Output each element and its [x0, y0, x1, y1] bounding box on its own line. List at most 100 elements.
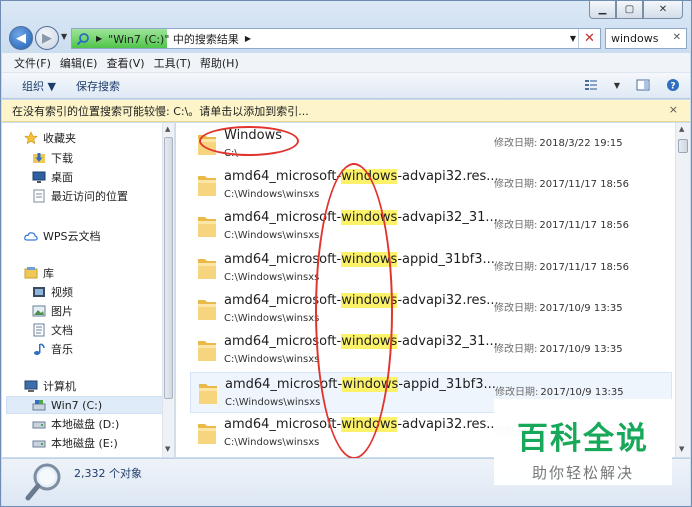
sidebar-item-recent-places[interactable]: 最近访问的位置 — [32, 187, 128, 205]
result-row[interactable]: amd64_microsoft-windows-appid_31bf3... C:… — [190, 248, 672, 289]
minimize-icon: ▁ — [598, 4, 607, 15]
forward-button[interactable]: ▶ — [35, 26, 59, 50]
results-scroll-thumb[interactable] — [678, 139, 688, 153]
folder-icon — [196, 213, 218, 239]
sidebar-item-label: 音乐 — [51, 343, 73, 356]
folder-icon — [196, 337, 218, 363]
search-icon — [76, 32, 89, 45]
stop-search-button[interactable]: ✕ — [578, 29, 600, 48]
explorer-window: ▁ ▢ ✕ ◀ ▶ ▼ ▶ "Win7 (C:)" 中的搜索结果 ▶ ▼ ✕ w… — [0, 0, 692, 507]
menu-file[interactable]: 文件(F) — [14, 55, 51, 71]
clear-search-icon[interactable]: ✕ — [673, 32, 681, 43]
sidebar-item-label: 本地磁盘 (E:) — [51, 437, 118, 450]
sidebar-item-wps-cloud[interactable]: WPS云文档 — [24, 227, 101, 245]
sidebar-item-music[interactable]: 音乐 — [32, 340, 73, 358]
close-icon: ✕ — [658, 4, 668, 15]
sidebar-item-drive-d[interactable]: 本地磁盘 (D:) — [32, 415, 119, 433]
search-input[interactable]: windows ✕ — [605, 28, 687, 49]
menu-tools[interactable]: 工具(T) — [154, 55, 191, 71]
sidebar-item-label: 库 — [43, 267, 54, 280]
back-button[interactable]: ◀ — [9, 26, 33, 50]
maximize-button[interactable]: ▢ — [616, 1, 643, 19]
sidebar-item-pictures[interactable]: 图片 — [32, 302, 73, 320]
organize-button[interactable]: 组织 ▼ — [22, 78, 56, 94]
folder-icon — [196, 255, 218, 281]
sidebar-scrollbar[interactable]: ▲ ▼ — [162, 123, 174, 457]
maximize-icon: ▢ — [624, 4, 635, 15]
result-modified-date: 修改日期: 2017/11/17 18:56 — [494, 179, 630, 190]
sidebar-item-label: 文档 — [51, 324, 73, 337]
close-info-bar-icon[interactable]: × — [669, 103, 678, 116]
result-modified-date: 修改日期: 2017/11/17 18:56 — [494, 261, 630, 273]
sidebar-item-favorites[interactable]: 收藏夹 — [24, 129, 76, 147]
annotation-oval-highlight-column — [315, 163, 393, 459]
magnifier-icon — [25, 463, 61, 501]
menu-edit[interactable]: 编辑(E) — [60, 55, 98, 71]
result-row[interactable]: amd64_microsoft-windows-advapi32_31... C:… — [190, 206, 672, 247]
result-path: C:\Windows\winsxs — [224, 436, 320, 448]
sidebar-item-label: 下载 — [51, 152, 73, 165]
breadcrumb-search-results[interactable]: "Win7 (C:)" 中的搜索结果 — [108, 31, 239, 47]
recent-places-icon — [33, 189, 45, 203]
scroll-up-icon[interactable]: ▲ — [679, 125, 684, 133]
sidebar-item-drive-e[interactable]: 本地磁盘 (E:) — [32, 434, 118, 452]
library-icon — [24, 267, 38, 279]
sidebar-item-libraries[interactable]: 库 — [24, 264, 54, 282]
menu-view[interactable]: 查看(V) — [106, 55, 144, 71]
watermark-subtitle: 助你轻松解决 — [531, 464, 634, 482]
recent-pages-dropdown[interactable]: ▼ — [61, 32, 67, 41]
result-modified-date: 修改日期:2017/10/9 13:35 — [495, 386, 624, 398]
result-row[interactable]: amd64_microsoft-windows-advapi32_31... C:… — [190, 330, 672, 371]
minimize-button[interactable]: ▁ — [589, 1, 616, 19]
window-controls: ▁ ▢ ✕ — [589, 1, 683, 19]
index-info-bar[interactable]: 在没有索引的位置搜索可能较慢: C:\。请单击以添加到索引... × — [2, 100, 690, 122]
result-modified-date: 修改日期: 2018/3/22 19:15 — [494, 138, 623, 149]
preview-pane-icon[interactable] — [636, 78, 650, 92]
address-bar[interactable]: ▶ "Win7 (C:)" 中的搜索结果 ▶ ▼ ✕ — [71, 28, 601, 49]
view-options-icon[interactable] — [584, 78, 598, 92]
sidebar-item-label: Win7 (C:) — [51, 398, 103, 412]
sidebar-item-label: 最近访问的位置 — [51, 190, 128, 203]
save-search-button[interactable]: 保存搜索 — [76, 78, 120, 94]
breadcrumb-arrow-icon[interactable]: ▶ — [96, 34, 102, 43]
forward-arrow-icon: ▶ — [42, 30, 52, 46]
folder-icon — [196, 296, 218, 322]
cloud-icon — [24, 232, 38, 241]
picture-icon — [32, 305, 46, 317]
address-history-dropdown[interactable]: ▼ — [570, 34, 576, 43]
results-scrollbar[interactable]: ▲ ▼ — [675, 123, 690, 457]
sidebar-item-label: WPS云文档 — [43, 230, 101, 243]
result-modified-date: 修改日期:2017/10/9 13:35 — [494, 344, 623, 356]
sidebar-item-label: 视频 — [51, 286, 73, 299]
breadcrumb-arrow-icon[interactable]: ▶ — [245, 34, 251, 43]
navigation-row: ◀ ▶ ▼ ▶ "Win7 (C:)" 中的搜索结果 ▶ ▼ ✕ windows… — [7, 26, 687, 50]
item-count: 2,332 个对象 — [74, 467, 142, 480]
scroll-down-icon[interactable]: ▼ — [679, 445, 684, 453]
sidebar-item-computer[interactable]: 计算机 — [24, 377, 76, 395]
sidebar-item-desktop[interactable]: 桌面 — [32, 168, 73, 186]
sidebar-item-label: 本地磁盘 (D:) — [51, 418, 120, 431]
sidebar-item-drive-c[interactable]: Win7 (C:) — [6, 396, 164, 414]
star-icon — [24, 131, 38, 145]
download-folder-icon — [33, 153, 45, 163]
result-row[interactable]: amd64_microsoft-windows-advapi32.res... C… — [190, 289, 672, 330]
menu-help[interactable]: 帮助(H) — [200, 55, 239, 71]
watermark-logo: 百科全说 助你轻松解决 — [494, 399, 672, 485]
sidebar-item-documents[interactable]: 文档 — [32, 321, 73, 339]
result-path: C:\Windows\winsxs — [224, 230, 320, 242]
folder-icon — [197, 380, 219, 406]
help-icon[interactable]: ? — [666, 78, 680, 92]
video-icon — [33, 287, 45, 297]
scroll-up-icon[interactable]: ▲ — [165, 125, 170, 133]
document-icon — [33, 323, 45, 337]
sidebar-item-videos[interactable]: 视频 — [32, 283, 73, 301]
view-dropdown-icon[interactable]: ▼ — [614, 81, 620, 90]
scroll-down-icon[interactable]: ▼ — [165, 445, 170, 453]
result-row[interactable]: amd64_microsoft-windows-advapi32.res... C… — [190, 165, 672, 206]
folder-icon — [196, 420, 218, 446]
close-window-button[interactable]: ✕ — [643, 1, 683, 19]
result-path: C:\Windows\winsxs — [225, 396, 321, 408]
drive-c-icon — [32, 400, 46, 411]
sidebar-item-downloads[interactable]: 下载 — [32, 149, 73, 167]
sidebar-scroll-thumb[interactable] — [164, 137, 173, 399]
